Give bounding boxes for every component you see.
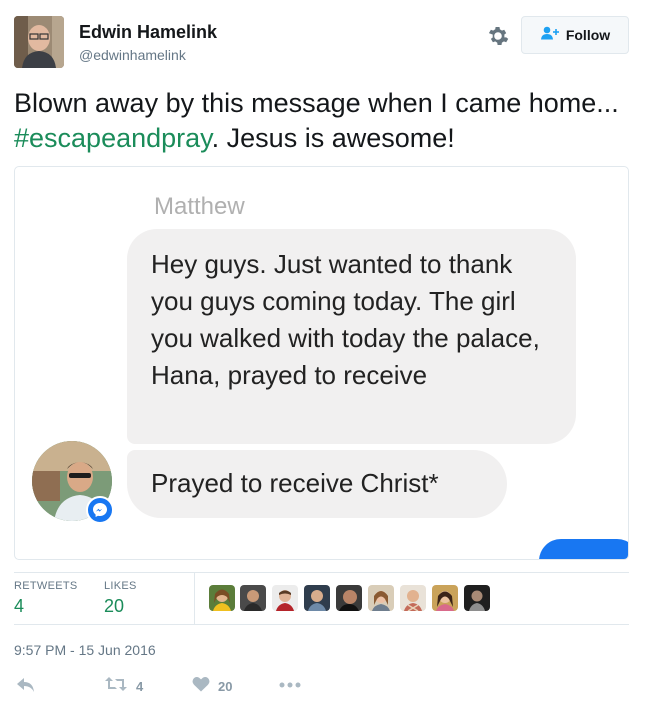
retweet-icon <box>104 676 128 697</box>
follow-button[interactable]: Follow <box>521 16 629 54</box>
message-bubble: Hey guys. Just wanted to thank you guys … <box>127 229 576 444</box>
liker-avatar[interactable] <box>304 585 330 611</box>
messenger-sender-name: Matthew <box>154 193 245 220</box>
liker-avatar[interactable] <box>432 585 458 611</box>
like-count: 20 <box>218 679 233 694</box>
tweet-text-after: . Jesus is awesome! <box>211 123 455 153</box>
gear-icon[interactable] <box>486 24 510 48</box>
stats-separator <box>194 572 195 624</box>
author-name[interactable]: Edwin Hamelink <box>79 22 217 43</box>
retweet-count: 4 <box>136 679 144 694</box>
liker-avatar[interactable] <box>209 585 235 611</box>
follow-label: Follow <box>565 27 611 43</box>
retweets-count[interactable]: 4 <box>14 596 24 617</box>
liker-avatar[interactable] <box>464 585 490 611</box>
likes-label[interactable]: LIKES <box>104 580 137 592</box>
author-avatar[interactable] <box>14 16 64 68</box>
reply-button[interactable] <box>16 676 36 699</box>
more-icon <box>279 677 301 695</box>
retweets-label[interactable]: RETWEETS <box>14 580 78 592</box>
outgoing-message-bubble <box>539 539 628 559</box>
messenger-icon <box>86 496 114 524</box>
reply-icon <box>16 676 36 699</box>
tweet-media-image[interactable]: Matthew Hey guys. Just wanted to thank y… <box>14 166 629 560</box>
tweet-text: Blown away by this message when I came h… <box>14 86 634 156</box>
divider <box>14 572 629 573</box>
tweet-timestamp[interactable]: 9:57 PM - 15 Jun 2016 <box>14 642 156 658</box>
hashtag-link[interactable]: #escapeandpray <box>14 123 212 153</box>
follow-person-icon <box>540 26 560 45</box>
like-button[interactable]: 20 <box>192 676 232 697</box>
tweet-text-before: Blown away by this message when I came h… <box>14 88 619 118</box>
liker-avatar[interactable] <box>400 585 426 611</box>
message-bubble: Prayed to receive Christ* <box>127 450 507 518</box>
author-handle[interactable]: @edwinhamelink <box>79 47 186 63</box>
liker-avatar[interactable] <box>240 585 266 611</box>
heart-icon <box>192 676 210 697</box>
liker-avatar[interactable] <box>368 585 394 611</box>
liker-avatar[interactable] <box>272 585 298 611</box>
more-button[interactable] <box>279 677 301 695</box>
divider <box>14 624 629 625</box>
retweet-button[interactable]: 4 <box>104 676 143 697</box>
liker-avatar[interactable] <box>336 585 362 611</box>
likes-count[interactable]: 20 <box>104 596 124 617</box>
